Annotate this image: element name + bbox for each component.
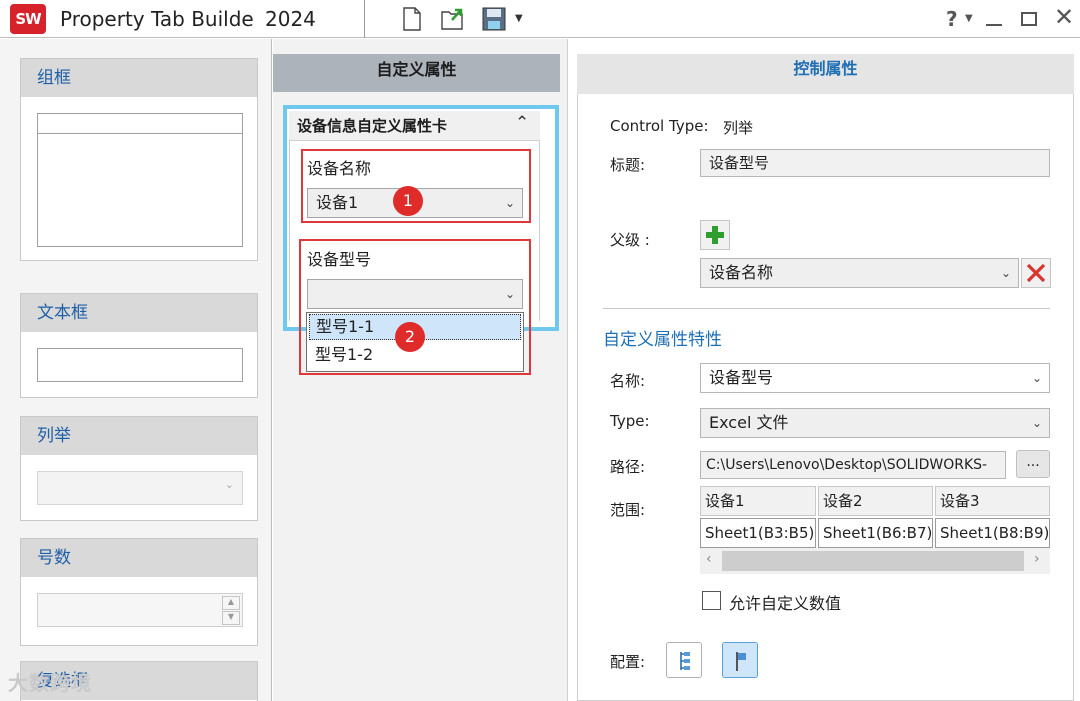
control-type-value: 列举 (723, 119, 754, 137)
type-label: Type: (610, 412, 650, 430)
help-icon[interactable]: ? (946, 7, 958, 31)
app-version: 2024 (265, 7, 316, 31)
config-tree-icon (680, 652, 690, 670)
parent-select-value: 设备名称 (709, 263, 774, 282)
maximize-icon[interactable] (1021, 12, 1037, 26)
text-box-preview (37, 348, 243, 382)
caption-label: 标题: (610, 156, 646, 174)
range-header: 设备2 (818, 486, 933, 516)
list-preview: ⌄ (37, 471, 243, 505)
scroll-right-icon[interactable]: › (1034, 551, 1040, 567)
path-label: 路径: (610, 458, 646, 476)
device-name-label: 设备名称 (307, 159, 372, 178)
palette-text-box-label: 文本框 (21, 294, 257, 332)
chevron-down-icon: ⌄ (504, 196, 515, 210)
range-header: 设备1 (700, 486, 816, 516)
allow-custom-label: 允许自定义数值 (729, 594, 842, 613)
range-label: 范围: (610, 501, 646, 519)
config-flag-icon (736, 652, 746, 671)
scrollbar-thumb[interactable] (722, 551, 1024, 571)
add-parent-icon[interactable] (700, 220, 730, 250)
config-label: 配置: (610, 653, 646, 671)
range-cell[interactable]: Sheet1(B6:B7) (818, 518, 933, 548)
title-separator (364, 0, 365, 38)
config-tree-button[interactable] (666, 642, 702, 678)
solidworks-logo-icon: SW (10, 4, 46, 34)
device-name-value: 设备1 (316, 193, 359, 212)
palette-number[interactable]: 号数 ▲ ▼ (20, 538, 258, 646)
card-title: 设备信息自定义属性卡 (289, 111, 540, 141)
help-dropdown-arrow-icon[interactable]: ▼ (965, 13, 973, 24)
device-model-combo[interactable]: ⌄ (307, 279, 523, 309)
watermark: 大数跨境 (8, 671, 92, 695)
save-dropdown-arrow-icon[interactable]: ▼ (515, 13, 523, 24)
caption-input[interactable]: 设备型号 (700, 149, 1050, 177)
section-title: 自定义属性特性 (603, 330, 722, 350)
palette-group-box[interactable]: 组框 (20, 58, 258, 261)
spin-up-icon: ▲ (222, 596, 240, 610)
open-file-icon[interactable] (440, 6, 466, 32)
name-select-value: 设备型号 (709, 368, 774, 387)
palette-text-box[interactable]: 文本框 (20, 293, 258, 398)
spin-down-icon: ▼ (222, 611, 240, 625)
palette-list[interactable]: 列举 ⌄ (20, 416, 258, 521)
chevron-down-icon: ⌄ (1031, 371, 1042, 385)
config-flag-button[interactable] (722, 642, 758, 678)
new-file-icon[interactable] (399, 6, 425, 32)
scroll-left-icon[interactable]: ‹ (706, 551, 712, 567)
number-preview: ▲ ▼ (37, 593, 243, 627)
control-property-header: 控制属性 (577, 54, 1074, 94)
custom-property-header: 自定义属性 (273, 54, 560, 92)
chevron-down-icon: ⌄ (224, 478, 234, 491)
step-badge-1: 1 (393, 186, 423, 216)
minimize-icon[interactable] (986, 24, 1002, 26)
range-header: 设备3 (935, 486, 1050, 516)
browse-button[interactable]: ... (1016, 450, 1050, 478)
chevron-down-icon: ⌄ (1031, 416, 1042, 430)
chevron-down-icon: ⌄ (1000, 266, 1011, 280)
section-divider (603, 308, 1050, 309)
name-select[interactable]: 设备型号 ⌄ (700, 363, 1050, 393)
palette-group-box-label: 组框 (21, 59, 257, 97)
step-badge-2: 2 (395, 322, 425, 352)
allow-custom-checkbox[interactable] (702, 591, 721, 610)
chevron-down-icon: ⌄ (504, 287, 515, 301)
control-type-label: Control Type: (610, 117, 709, 135)
delete-parent-icon[interactable] (1021, 258, 1051, 288)
device-model-label: 设备型号 (307, 250, 372, 269)
collapse-icon[interactable]: ⌃ (515, 113, 529, 133)
app-title: Property Tab Builde (60, 7, 254, 31)
save-icon[interactable] (481, 6, 507, 32)
range-cell[interactable]: Sheet1(B8:B9) (935, 518, 1050, 548)
palette-number-label: 号数 (21, 539, 257, 577)
group-box-preview (37, 113, 243, 247)
parent-select[interactable]: 设备名称 ⌄ (700, 258, 1019, 288)
close-icon[interactable]: ✕ (1054, 3, 1074, 31)
type-select-value: Excel 文件 (709, 413, 789, 432)
path-input[interactable]: C:\Users\Lenovo\Desktop\SOLIDWORKS- (700, 451, 1006, 479)
parent-label: 父级 : (610, 231, 650, 249)
name-label: 名称: (610, 372, 646, 390)
palette-list-label: 列举 (21, 417, 257, 455)
type-select[interactable]: Excel 文件 ⌄ (700, 408, 1050, 438)
range-cell[interactable]: Sheet1(B3:B5) (700, 518, 816, 548)
